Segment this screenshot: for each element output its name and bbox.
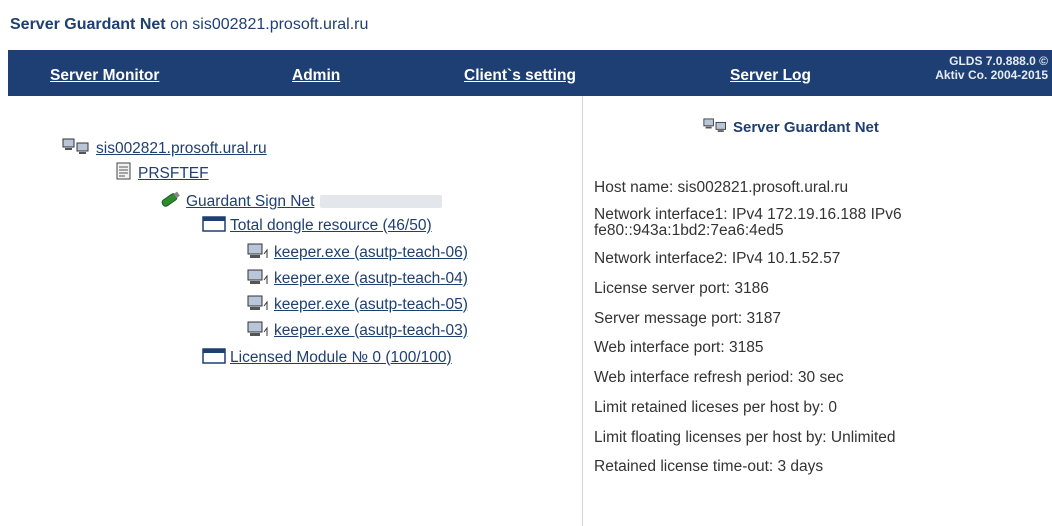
tree-link-host[interactable]: sis002821.prosoft.ural.ru: [96, 140, 267, 158]
host-subtitle: on sis002821.prosoft.ural.ru: [170, 16, 369, 33]
app-title: Server Guardant Net: [10, 16, 166, 33]
copyright-line: Aktiv Co. 2004-2015: [935, 68, 1048, 82]
tree-link-client[interactable]: keeper.exe (asutp-teach-05): [274, 296, 468, 314]
tree-node-client: keeper.exe (asutp-teach-06): [246, 240, 468, 265]
nav-server-log[interactable]: Server Log: [730, 67, 811, 85]
tree-link-resource[interactable]: Total dongle resource (46/50): [230, 217, 432, 235]
network-computers-icon: [62, 136, 92, 161]
tree-node-module: Licensed Module № 0 (100/100): [202, 346, 452, 369]
nav-server-monitor[interactable]: Server Monitor: [50, 67, 159, 85]
tree-link-dongle[interactable]: Guardant Sign Net: [186, 193, 314, 211]
tree-link-org[interactable]: PRSFTEF: [138, 165, 209, 183]
info-message-port: Server message port: 3187: [594, 310, 781, 327]
tree-panel: sis002821.prosoft.ural.ru PRSFTEF Guarda…: [8, 96, 582, 526]
window-icon: [202, 346, 226, 369]
version-info: GLDS 7.0.888.0 © Aktiv Co. 2004-2015: [935, 54, 1048, 82]
info-net1-ipv6: fe80::943a:1bd2:7ea6:4ed5: [594, 222, 784, 239]
computer-icon: [246, 318, 270, 343]
redacted-id-blur: [320, 195, 443, 208]
tree-node-resource: Total dongle resource (46/50): [202, 214, 432, 237]
tree-link-module[interactable]: Licensed Module № 0 (100/100): [230, 349, 452, 367]
tree-link-client[interactable]: keeper.exe (asutp-teach-03): [274, 322, 468, 340]
document-icon: [114, 161, 134, 186]
tree-node-org: PRSFTEF: [114, 161, 209, 186]
network-computers-icon: [703, 116, 729, 138]
computer-icon: [246, 240, 270, 265]
tree-link-client[interactable]: keeper.exe (asutp-teach-06): [274, 244, 468, 262]
nav-bar: Server Monitor Admin Client`s setting Se…: [8, 50, 1052, 96]
info-refresh: Web interface refresh period: 30 sec: [594, 369, 844, 386]
tree-node-client: keeper.exe (asutp-teach-03): [246, 318, 468, 343]
info-net1: Network interface1: IPv4 172.19.16.188 I…: [594, 206, 902, 223]
info-net2: Network interface2: IPv4 10.1.52.57: [594, 250, 841, 267]
server-info-title: Server Guardant Net: [703, 116, 879, 138]
server-info-title-text: Server Guardant Net: [733, 118, 879, 136]
computer-icon: [246, 266, 270, 291]
tree-node-client: keeper.exe (asutp-teach-05): [246, 292, 468, 317]
info-limit-retained: Limit retained liceses per host by: 0: [594, 399, 837, 416]
tree-node-client: keeper.exe (asutp-teach-04): [246, 266, 468, 291]
info-web-port: Web interface port: 3185: [594, 339, 764, 356]
info-host-name: Host name: sis002821.prosoft.ural.ru: [594, 179, 849, 196]
computer-icon: [246, 292, 270, 317]
usb-dongle-icon: [158, 188, 182, 215]
info-limit-floating: Limit floating licenses per host by: Unl…: [594, 429, 896, 446]
tree-link-client[interactable]: keeper.exe (asutp-teach-04): [274, 270, 468, 288]
tree-node-dongle: Guardant Sign Net: [158, 188, 443, 215]
info-retained-timeout: Retained license time-out: 3 days: [594, 458, 824, 475]
nav-client-setting[interactable]: Client`s setting: [464, 67, 576, 85]
window-icon: [202, 214, 226, 237]
tree-node-host: sis002821.prosoft.ural.ru: [62, 136, 267, 161]
nav-admin[interactable]: Admin: [292, 67, 340, 85]
version-line: GLDS 7.0.888.0 ©: [949, 54, 1048, 68]
info-license-port: License server port: 3186: [594, 280, 769, 297]
page-header: Server Guardant Net on sis002821.prosoft…: [10, 16, 368, 34]
server-info-panel: Server Guardant Net Host name: sis002821…: [583, 96, 1052, 526]
